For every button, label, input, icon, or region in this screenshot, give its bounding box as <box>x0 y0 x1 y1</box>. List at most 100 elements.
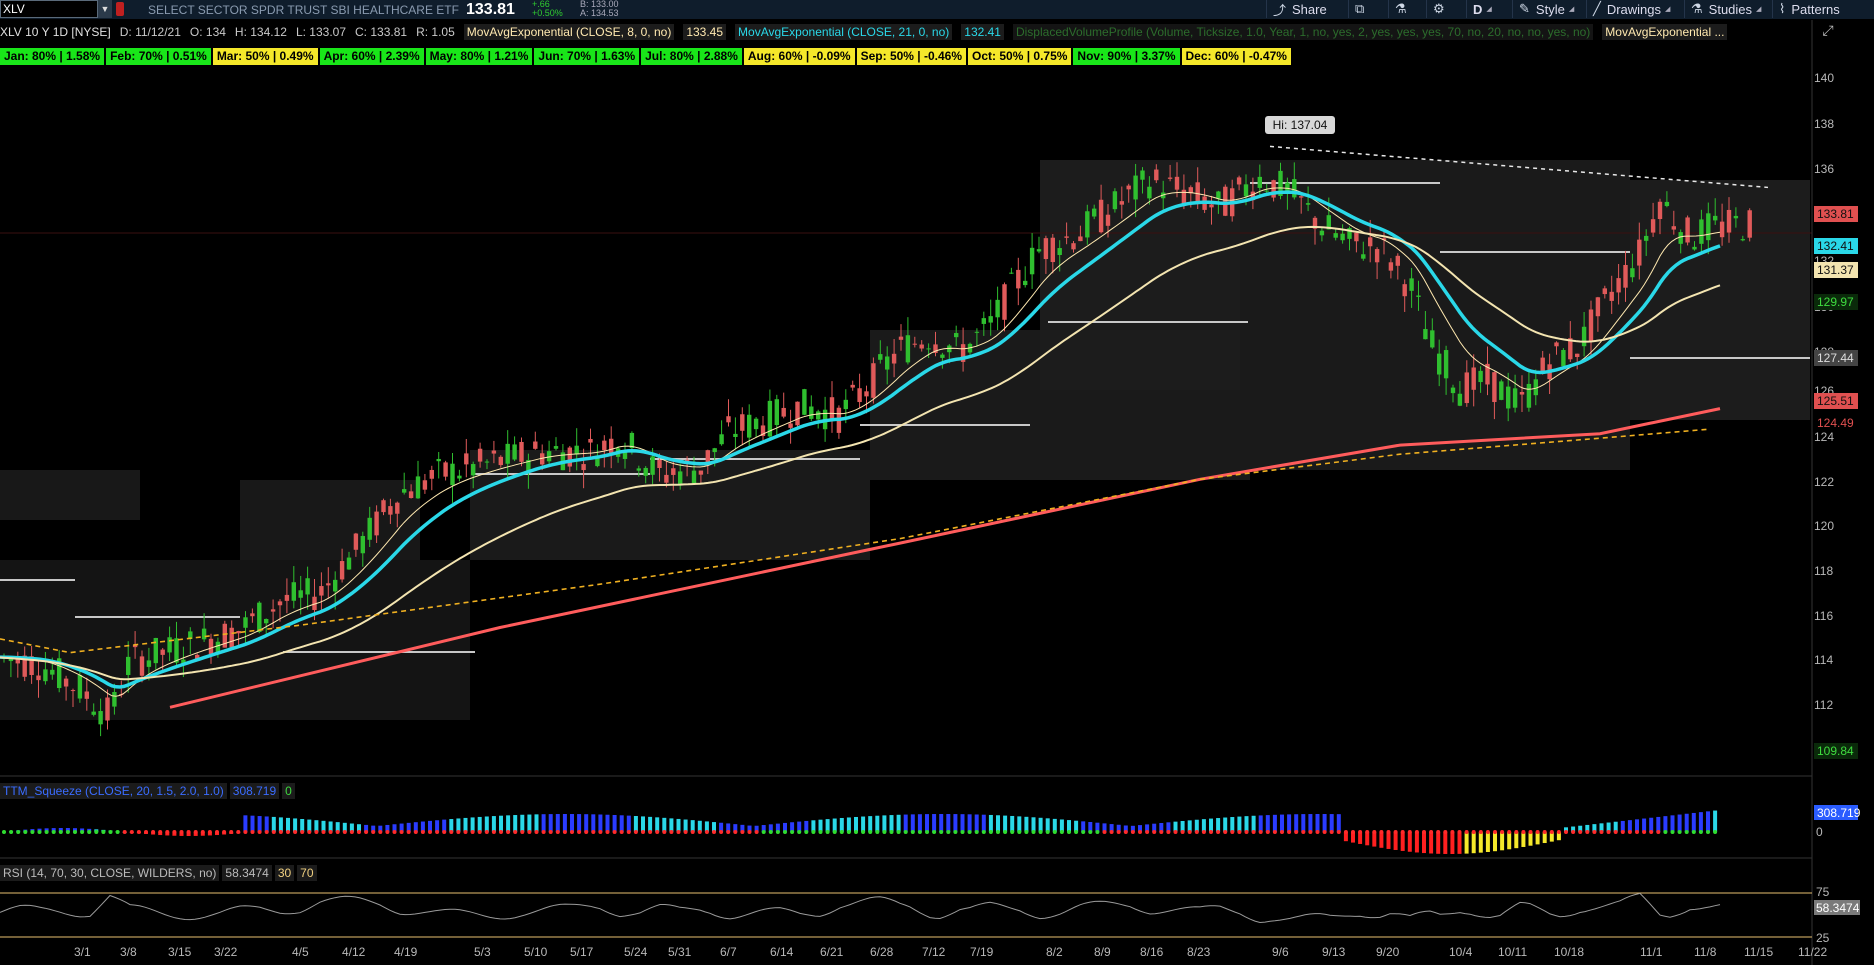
candle-down <box>1609 291 1614 301</box>
squeeze-dot <box>1308 830 1313 834</box>
expand-icon[interactable]: ⤢ <box>1818 22 1838 42</box>
price-axis[interactable]: 140 138 136 134 132 130 128 126 124 122 … <box>1814 71 1834 712</box>
candle-up <box>77 674 83 699</box>
squeeze-dot <box>1067 830 1071 834</box>
candle-up <box>291 582 296 601</box>
squeeze-dot <box>1400 830 1405 834</box>
candle-up <box>753 418 759 430</box>
rsi-study-value: 58.3474 <box>222 865 272 881</box>
squeeze-dot <box>896 830 901 834</box>
ohlc-high: H: 134.12 <box>234 25 287 39</box>
candle-down <box>229 627 234 648</box>
candle-up <box>346 557 352 570</box>
candle-down <box>1554 342 1559 347</box>
squeeze-bar <box>555 814 560 832</box>
squeeze-bar <box>662 817 667 832</box>
date-axis[interactable]: 3/1 3/8 3/15 3/22 4/5 4/12 4/19 5/3 5/10 5/17 5/24… <box>74 945 1827 959</box>
squeeze-bar <box>1663 816 1668 832</box>
squeeze-dot <box>513 830 518 834</box>
price-tick: 116 <box>1814 609 1833 623</box>
rsi-study-name[interactable]: RSI (14, 70, 30, CLOSE, WILDERS, no) <box>0 865 220 881</box>
price-tag-poc: 127.44 <box>1817 351 1854 365</box>
candle-up <box>1243 184 1249 197</box>
squeeze-dot <box>1521 830 1526 834</box>
candle-down <box>919 344 924 349</box>
study-volume-profile-label[interactable]: DisplacedVolumeProfile (Volume, Ticksize… <box>1012 24 1594 40</box>
squeeze-dot <box>158 830 163 834</box>
squeeze-dot <box>229 830 234 834</box>
date-tick: 9/20 <box>1376 945 1400 959</box>
squeeze-bar <box>1400 832 1405 851</box>
squeeze-bar <box>1003 815 1008 832</box>
squeeze-bar <box>641 816 645 832</box>
candle-up <box>1305 203 1311 205</box>
date-tick: 3/1 <box>74 945 91 959</box>
study-ema-slow-label[interactable]: MovAvgExponential ... <box>1602 24 1728 40</box>
squeeze-bar <box>882 815 887 832</box>
price-tick: 124 <box>1814 430 1834 444</box>
candle-down <box>1078 236 1083 242</box>
study-ema8-label[interactable]: MovAvgExponential (CLOSE, 8, 0, no) <box>463 24 675 40</box>
squeeze-dot <box>108 830 113 834</box>
squeeze-bar <box>1706 811 1710 832</box>
candle-down <box>1685 217 1690 243</box>
squeeze-dot <box>683 830 688 834</box>
squeeze-dot <box>186 830 191 834</box>
candle-down <box>1098 199 1104 233</box>
squeeze-dot <box>51 830 56 834</box>
squeeze-bar <box>1464 832 1469 854</box>
candle-up <box>146 660 152 667</box>
squeeze-dot <box>704 830 709 834</box>
squeeze-dot <box>342 830 347 834</box>
squeeze-dot <box>1464 830 1469 834</box>
squeeze-bar <box>1642 818 1647 832</box>
candle-down <box>388 506 393 515</box>
squeeze-bar <box>1024 816 1029 832</box>
squeeze-bar <box>1045 818 1050 832</box>
study-ema21-value: 132.41 <box>961 24 1004 40</box>
squeeze-dot <box>697 830 702 834</box>
candle-down <box>477 448 483 462</box>
candle-up <box>885 356 890 370</box>
season-cell: May: 80% | 1.21% <box>425 48 533 65</box>
squeeze-bar <box>1315 814 1320 832</box>
squeeze-dot <box>328 830 333 834</box>
price-tag-last: 133.81 <box>1817 207 1854 221</box>
squeeze-dot <box>1620 830 1625 834</box>
squeeze-bar <box>1521 832 1526 847</box>
squeeze-bar <box>271 816 276 832</box>
squeeze-bar <box>896 814 901 832</box>
candle-down <box>236 630 241 634</box>
squeeze-bar <box>1372 832 1377 847</box>
study-ema21-label[interactable]: MovAvgExponential (CLOSE, 21, 0, no) <box>735 24 953 40</box>
squeeze-dot <box>1166 830 1171 834</box>
price-chart[interactable]: 140 138 136 134 132 130 128 126 124 122 … <box>0 0 1874 965</box>
squeeze-dot <box>1095 830 1100 834</box>
squeeze-bar <box>1322 814 1327 832</box>
candle-down <box>84 691 89 699</box>
candle-up <box>1257 176 1262 188</box>
squeeze-dot <box>996 830 1000 834</box>
squeeze-bar <box>1478 832 1483 853</box>
squeeze-study-zero: 0 <box>282 783 295 799</box>
squeeze-dot <box>960 830 965 834</box>
squeeze-bar <box>917 814 922 832</box>
candle-up <box>636 468 641 471</box>
squeeze-study-name[interactable]: TTM_Squeeze (CLOSE, 20, 1.5, 2.0, 1.0) <box>0 783 227 799</box>
squeeze-dot <box>633 830 638 834</box>
squeeze-dot <box>1599 830 1604 834</box>
squeeze-dot <box>1322 830 1327 834</box>
date-tick: 7/12 <box>922 945 946 959</box>
date-tick: 6/21 <box>820 945 844 959</box>
squeeze-dot <box>456 830 461 834</box>
candle-down <box>1575 353 1580 357</box>
squeeze-dot <box>797 830 802 834</box>
season-cell: Jul: 80% | 2.88% <box>641 48 742 65</box>
squeeze-dot <box>875 830 880 834</box>
squeeze-bar <box>655 817 660 832</box>
squeeze-dot <box>570 830 574 834</box>
squeeze-bar <box>605 814 610 832</box>
squeeze-dot <box>747 830 752 834</box>
candle-up <box>1478 370 1483 383</box>
squeeze-dot <box>832 830 837 834</box>
